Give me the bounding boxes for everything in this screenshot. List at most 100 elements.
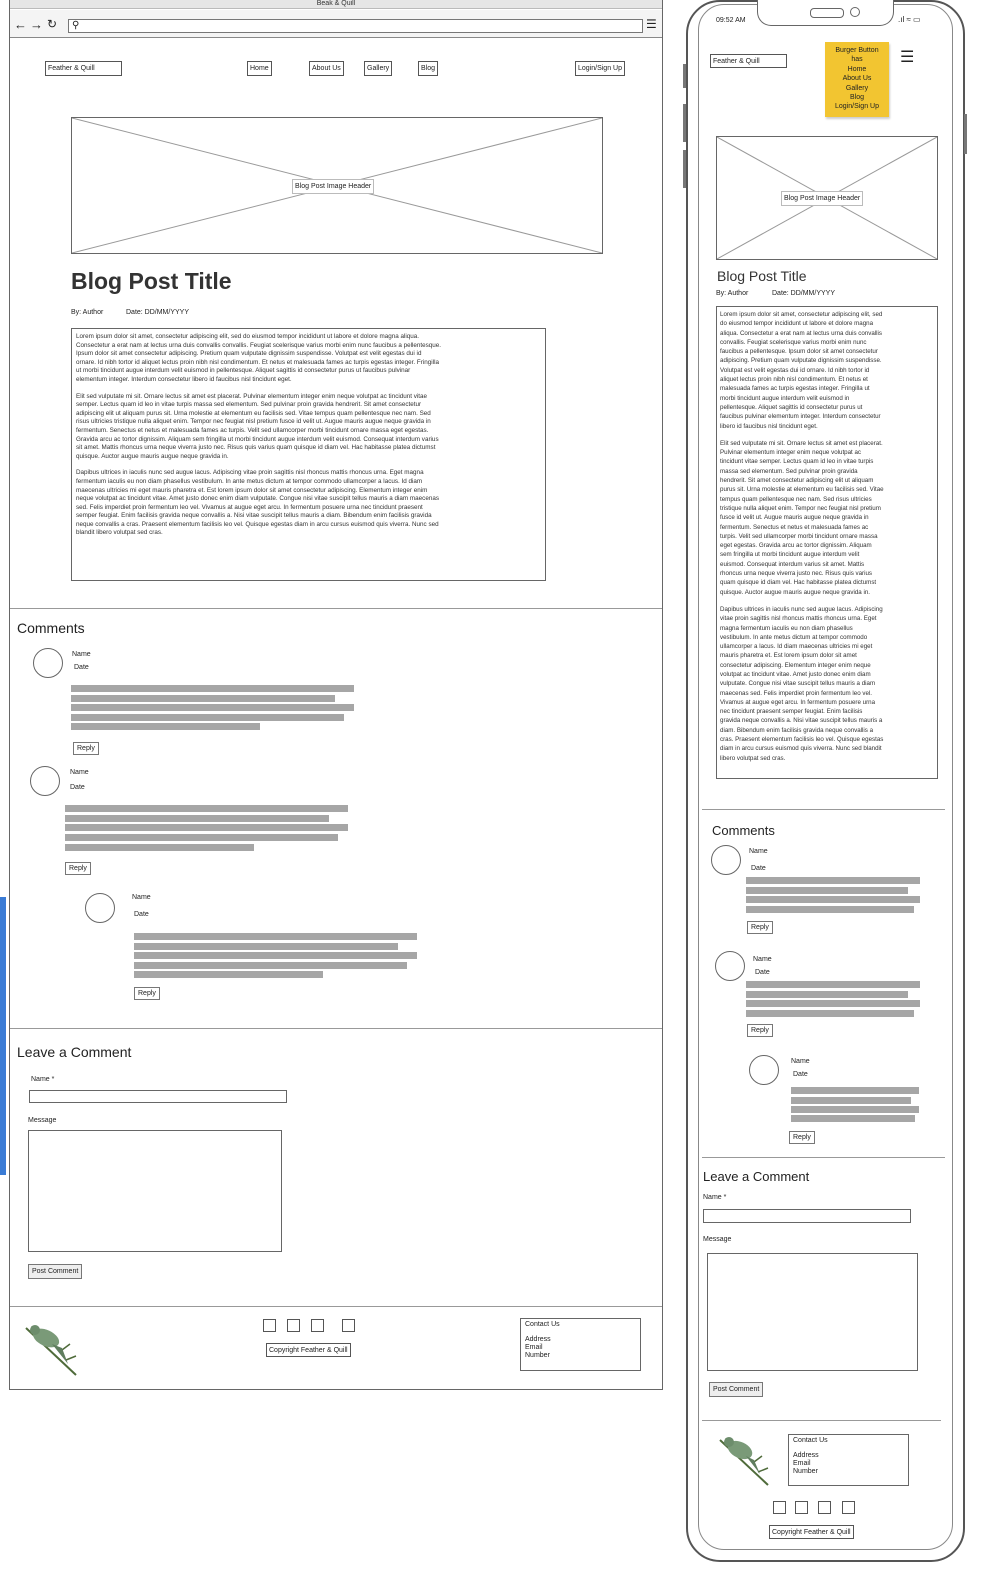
image-placeholder-label: Blog Post Image Header [292, 179, 375, 194]
reply-button[interactable]: Reply [65, 862, 91, 875]
social-icon-1[interactable] [263, 1319, 276, 1332]
post-paragraph: Lorem ipsum dolor sit amet, consectetur … [76, 333, 442, 383]
post-author: By: Author [71, 309, 104, 316]
leave-comment-heading: Leave a Comment [17, 1044, 132, 1060]
address-bar[interactable]: ⚲ [68, 19, 643, 33]
comment-text-line [134, 962, 407, 969]
comment-text-line [71, 704, 354, 711]
avatar [33, 648, 63, 678]
reply-button[interactable]: Reply [747, 1024, 773, 1037]
social-icon-4[interactable] [342, 1319, 355, 1332]
social-icon-3[interactable] [818, 1501, 831, 1514]
sticky-note: Burger Button has Home About Us Gallery … [825, 42, 889, 117]
comment-date: Date [70, 784, 85, 791]
phone-notch [757, 0, 894, 26]
mobile-post-author: By: Author [716, 290, 749, 297]
post-date: Date: DD/MM/YYYY [126, 309, 190, 316]
phone-side-button [683, 104, 686, 142]
avatar [30, 766, 60, 796]
contact-address: Address [793, 1452, 819, 1459]
comment-text-line [65, 834, 338, 841]
mobile-copyright: Copyright Feather & Quill [769, 1525, 854, 1539]
post-paragraph: Lorem ipsum dolor sit amet, consectetur … [720, 311, 883, 430]
comment-text-line [791, 1097, 911, 1104]
mobile-message-textarea[interactable] [707, 1253, 918, 1371]
reply-button[interactable]: Reply [747, 921, 773, 934]
comment-date: Date [134, 911, 149, 918]
mobile-post-comment-button[interactable]: Post Comment [709, 1382, 764, 1397]
nav-link-home[interactable]: Home [247, 61, 272, 76]
comment-text-line [65, 844, 254, 851]
divider [10, 1028, 662, 1029]
message-field-label: Message [703, 1236, 732, 1243]
comment-text-line [134, 952, 417, 959]
reply-button[interactable]: Reply [73, 742, 99, 755]
browser-menu-icon[interactable]: ☰ [646, 18, 657, 31]
reply-button[interactable]: Reply [789, 1131, 815, 1144]
mobile-contact-box: Contact Us Address Email Number [788, 1434, 909, 1486]
site-logo[interactable]: Feather & Quill [45, 61, 122, 76]
comment-text-line [746, 1000, 920, 1007]
avatar [749, 1055, 779, 1085]
post-paragraph: Dapibus ultrices in iaculis nunc sed aug… [720, 605, 884, 762]
comment-text-line [71, 685, 354, 692]
contact-box: Contact Us Address Email Number [520, 1318, 641, 1371]
blog-header-image: Blog Post Image Header [71, 117, 603, 254]
comment-date: Date [751, 865, 766, 872]
comment-text-line [746, 1010, 914, 1017]
comment-text-line [134, 971, 323, 978]
comment-date: Date [74, 664, 89, 671]
post-comment-button[interactable]: Post Comment [28, 1264, 83, 1279]
comment-text-line [746, 877, 920, 884]
social-icon-2[interactable] [795, 1501, 808, 1514]
mobile-blog-header-image: Blog Post Image Header [716, 136, 938, 260]
post-title: Blog Post Title [71, 268, 232, 294]
social-icon-4[interactable] [842, 1501, 855, 1514]
mobile-name-input[interactable] [703, 1209, 911, 1223]
mobile-post-title: Blog Post Title [717, 268, 807, 284]
phone-side-button [683, 150, 686, 188]
contact-heading: Contact Us [525, 1321, 560, 1328]
name-input[interactable] [29, 1090, 287, 1103]
comment-name: Name [791, 1058, 810, 1065]
divider [10, 608, 662, 609]
comment-text-line [65, 805, 348, 812]
comment-text-line [791, 1115, 915, 1122]
status-time: 09:52 AM [716, 17, 746, 24]
bird-logo-icon [719, 1437, 769, 1486]
nav-link-gallery[interactable]: Gallery [364, 61, 393, 76]
reply-button[interactable]: Reply [134, 987, 160, 1000]
nav-link-about[interactable]: About Us [309, 61, 344, 76]
mobile-site-logo[interactable]: Feather & Quill [710, 54, 787, 68]
comment-text-line [791, 1087, 919, 1094]
nav-link-blog[interactable]: Blog [418, 61, 439, 76]
social-icon-1[interactable] [773, 1501, 786, 1514]
window-edge-accent [0, 897, 6, 1175]
comment-text-line [746, 896, 920, 903]
avatar [85, 893, 115, 923]
contact-email: Email [793, 1460, 811, 1467]
message-field-label: Message [28, 1117, 57, 1124]
comment-text-line [134, 933, 417, 940]
message-textarea[interactable] [28, 1130, 282, 1252]
login-signup-button[interactable]: Login/Sign Up [575, 61, 625, 76]
phone-side-button [683, 64, 686, 88]
comment-date: Date [755, 969, 770, 976]
social-icon-3[interactable] [311, 1319, 324, 1332]
phone-side-button [964, 114, 967, 154]
comment-text-line [791, 1106, 919, 1113]
name-field-label: Name * [703, 1194, 727, 1201]
reload-icon[interactable]: ↻ [47, 18, 57, 31]
signal-wifi-battery-icon: .ıl ≈ ▭ [898, 15, 921, 24]
burger-menu-icon[interactable]: ☰ [900, 50, 914, 66]
bird-logo-icon [25, 1325, 77, 1376]
comment-text-line [71, 723, 260, 730]
forward-arrow-icon[interactable]: → [30, 18, 43, 31]
comment-name: Name [70, 769, 89, 776]
social-icon-2[interactable] [287, 1319, 300, 1332]
contact-number: Number [525, 1352, 550, 1359]
back-arrow-icon[interactable]: ← [14, 18, 27, 31]
mobile-leave-comment-heading: Leave a Comment [703, 1169, 810, 1184]
mobile-post-body: Lorem ipsum dolor sit amet, consectetur … [716, 306, 938, 779]
comment-text-line [71, 695, 335, 702]
